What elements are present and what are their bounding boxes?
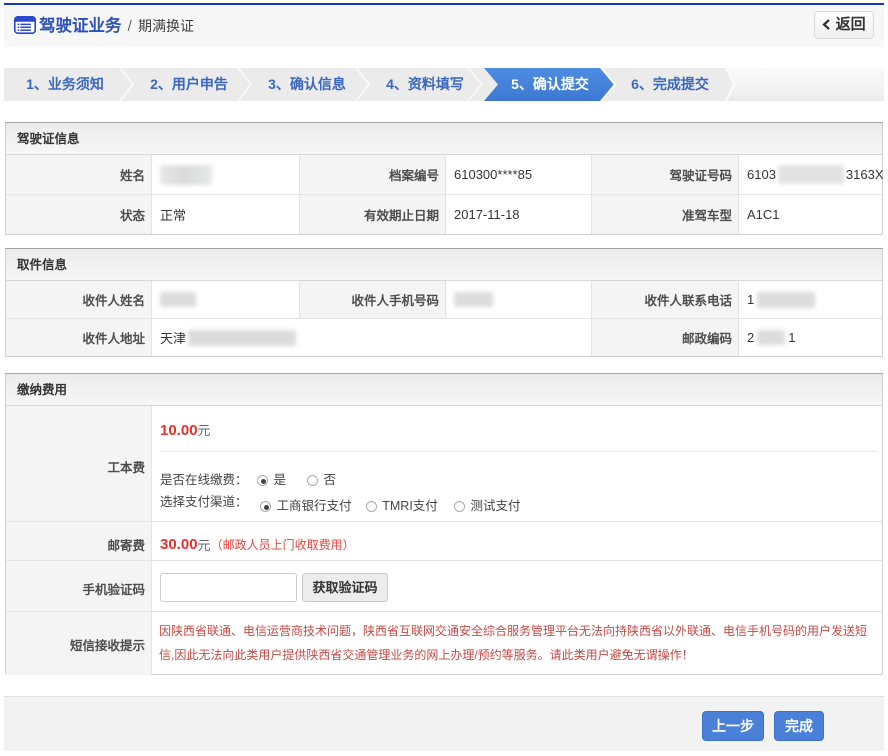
svg-text:2、用户申告: 2、用户申告 (150, 76, 228, 92)
svg-text:3、确认信息: 3、确认信息 (268, 76, 346, 92)
svg-text:5、确认提交: 5、确认提交 (511, 76, 589, 92)
svg-text:4、资料填写: 4、资料填写 (386, 76, 464, 92)
svg-text:1、业务须知: 1、业务须知 (26, 76, 104, 92)
svg-text:6、完成提交: 6、完成提交 (631, 76, 709, 92)
